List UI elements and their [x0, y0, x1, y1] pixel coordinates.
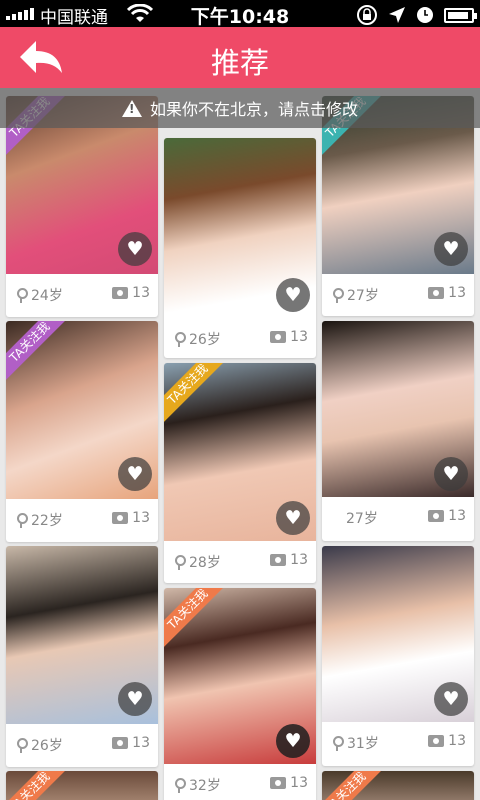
warning-icon [121, 99, 142, 117]
like-heart-button[interactable]: ♥ [118, 232, 152, 266]
heart-icon: ♥ [126, 462, 144, 485]
gender-icon [330, 288, 344, 303]
photo-count: 13 [132, 735, 150, 751]
photo-count: 13 [448, 733, 466, 749]
profile-card[interactable]: TA关注我 [6, 771, 158, 800]
heart-icon: ♥ [126, 687, 144, 710]
heart-icon: ♥ [284, 283, 302, 306]
gender-icon [172, 332, 186, 347]
camera-icon [270, 777, 287, 789]
age-label: 22岁 [31, 513, 63, 529]
like-heart-button[interactable]: ♥ [276, 501, 310, 535]
profile-card[interactable]: ♥ 26岁 13 [6, 546, 158, 767]
heart-icon: ♥ [442, 687, 460, 710]
camera-icon [270, 331, 287, 343]
camera-icon [112, 512, 129, 524]
profile-card[interactable]: ♥ 31岁 13 [322, 546, 474, 766]
gender-icon [172, 555, 186, 570]
profile-card[interactable]: TA关注我 [322, 771, 474, 800]
gender-icon [14, 738, 28, 753]
photo-count: 13 [290, 775, 308, 791]
camera-icon [112, 287, 129, 299]
photo-count: 13 [290, 552, 308, 568]
photo-count: 13 [448, 285, 466, 301]
gender-icon [14, 288, 28, 303]
profile-card[interactable]: TA关注我 ♥ 27岁 13 [322, 96, 474, 316]
like-heart-button[interactable]: ♥ [276, 724, 310, 758]
age-label: 26岁 [31, 738, 63, 754]
gender-icon [330, 736, 344, 751]
heart-icon: ♥ [442, 237, 460, 260]
like-heart-button[interactable]: ♥ [276, 278, 310, 312]
like-heart-button[interactable]: ♥ [118, 682, 152, 716]
camera-icon [428, 510, 445, 522]
heart-icon: ♥ [284, 729, 302, 752]
battery-icon [444, 7, 477, 23]
camera-icon [428, 735, 445, 747]
page-title: 推荐 [210, 46, 269, 80]
top-nav-bar: 推荐 [0, 27, 480, 88]
profile-card[interactable]: TA关注我 ♥ 22岁 13 [6, 321, 158, 542]
age-label: 26岁 [189, 332, 221, 348]
gender-icon [172, 778, 186, 793]
age-label: 24岁 [31, 288, 63, 304]
profile-card[interactable]: TA关注我 ♥ 28岁 13 [164, 363, 316, 583]
location-notice-text: 如果你不在北京，请点击修改 [149, 100, 358, 119]
heart-icon: ♥ [284, 506, 302, 529]
profile-card[interactable]: TA关注我 ♥ 32岁 13 [164, 588, 316, 800]
location-notice-banner[interactable]: 如果你不在北京，请点击修改 [0, 88, 480, 128]
status-bar: 中国联通 下午10:48 [0, 0, 480, 28]
age-label: 28岁 [189, 555, 221, 571]
heart-icon: ♥ [126, 237, 144, 260]
profile-card[interactable]: TA关注我 ♥ 24岁 13 [6, 96, 158, 317]
alarm-clock-icon [417, 7, 433, 23]
photo-count: 13 [132, 510, 150, 526]
profile-card[interactable]: ♥ 26岁 13 [164, 138, 316, 358]
heart-icon: ♥ [442, 462, 460, 485]
photo-count: 13 [132, 285, 150, 301]
profile-card[interactable]: ♥ 27岁 13 [322, 321, 474, 541]
like-heart-button[interactable]: ♥ [434, 232, 468, 266]
photo-count: 13 [448, 508, 466, 524]
gender-icon [14, 513, 28, 528]
like-heart-button[interactable]: ♥ [434, 457, 468, 491]
camera-icon [112, 737, 129, 749]
age-label: 32岁 [189, 778, 221, 794]
photo-count: 13 [290, 329, 308, 345]
camera-icon [270, 554, 287, 566]
location-arrow-icon [389, 7, 405, 23]
age-label: 27岁 [346, 511, 378, 527]
age-label: 31岁 [347, 736, 379, 752]
like-heart-button[interactable]: ♥ [118, 457, 152, 491]
age-label: 27岁 [347, 288, 379, 304]
rotation-lock-icon [357, 5, 377, 25]
like-heart-button[interactable]: ♥ [434, 682, 468, 716]
camera-icon [428, 287, 445, 299]
